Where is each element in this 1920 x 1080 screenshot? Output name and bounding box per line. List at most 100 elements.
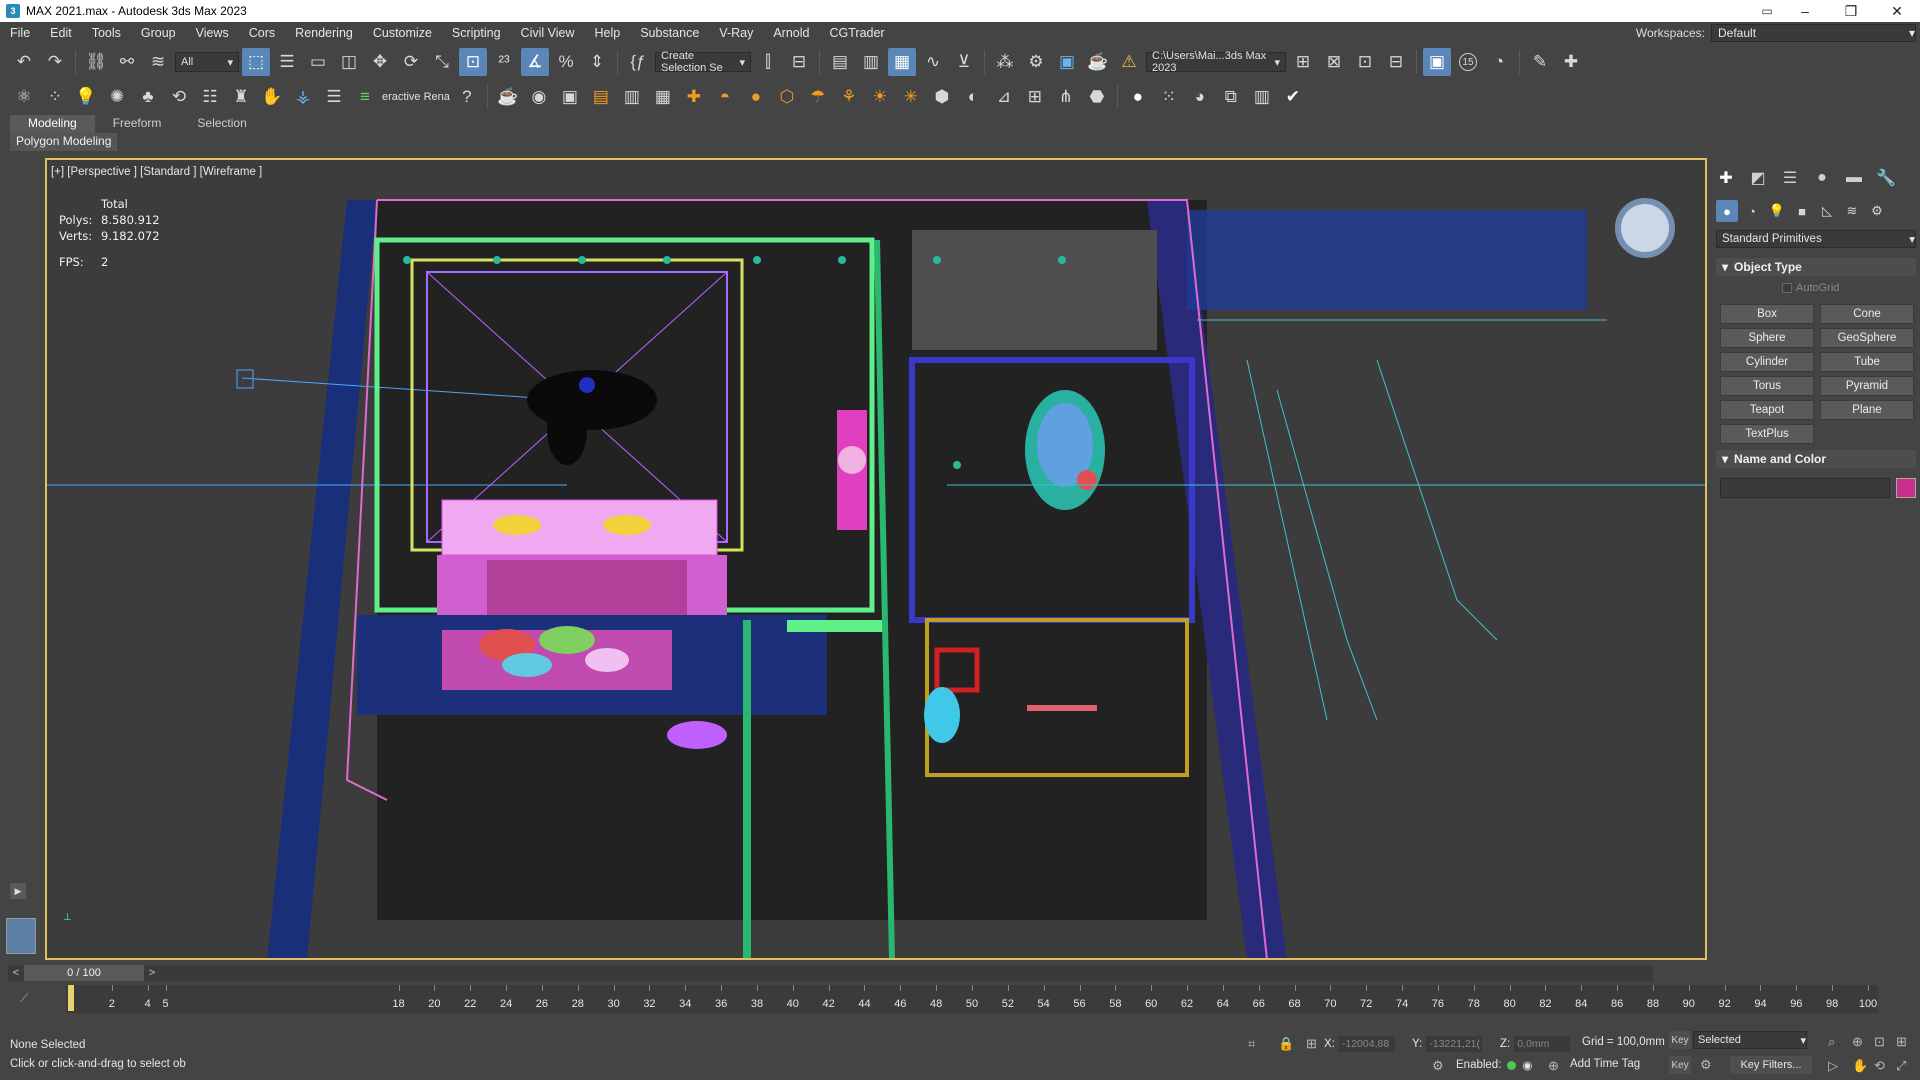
material-grid-icon[interactable]: ⁙ xyxy=(1155,83,1183,111)
light-bulb-icon[interactable]: 💡 xyxy=(72,83,100,111)
cone-button[interactable]: Cone xyxy=(1820,304,1914,324)
hierarchy-tab-icon[interactable]: ☰ xyxy=(1778,166,1802,190)
toggle-layer-explorer-icon[interactable]: ▥ xyxy=(857,48,885,76)
menu-vray[interactable]: V-Ray xyxy=(709,26,763,40)
named-selection-dropdown[interactable]: Create Selection Se ▾ xyxy=(655,50,751,74)
move-icon[interactable]: ✥ xyxy=(366,48,394,76)
viewcube[interactable] xyxy=(1615,198,1675,258)
tab-selection[interactable]: Selection xyxy=(179,115,264,133)
redo-icon[interactable]: ↷ xyxy=(41,48,69,76)
particle-icon[interactable]: ⁘ xyxy=(41,83,69,111)
rect-selection-icon[interactable]: ▭ xyxy=(304,48,332,76)
ball-icon[interactable]: ◉ xyxy=(525,83,553,111)
menu-edit[interactable]: Edit xyxy=(40,26,82,40)
menu-arnold[interactable]: Arnold xyxy=(763,26,819,40)
textplus-button[interactable]: TextPlus xyxy=(1720,424,1814,444)
window-crossing-icon[interactable]: ◫ xyxy=(335,48,363,76)
expand-arrow-icon[interactable]: ▶ xyxy=(10,883,26,899)
lights-icon[interactable]: 💡 xyxy=(1766,200,1788,222)
snaps-toggle-icon[interactable]: ²³ xyxy=(490,48,518,76)
statue-icon[interactable]: ♜ xyxy=(227,83,255,111)
rotate-icon[interactable]: ⟳ xyxy=(397,48,425,76)
rendered-frame-window-icon[interactable]: ▣ xyxy=(1053,48,1081,76)
zoom-extents-all-icon[interactable]: ⊞ xyxy=(1896,1034,1907,1050)
time-slider[interactable]: < 0 / 100 > xyxy=(8,965,1653,981)
material-ball-icon[interactable]: ● xyxy=(1124,83,1152,111)
z-value[interactable]: 0,0mm xyxy=(1514,1036,1571,1052)
geometry-icon[interactable]: ● xyxy=(1716,200,1738,222)
workspaces-dropdown[interactable]: Default ▾ xyxy=(1711,24,1916,42)
y-coordinate[interactable]: Y: -13221,21( xyxy=(1412,1036,1483,1052)
display-icon[interactable]: ▭ xyxy=(1752,0,1782,22)
viewport-layout-button[interactable] xyxy=(6,918,36,954)
spinner-snap-icon[interactable]: ⇕ xyxy=(583,48,611,76)
sphere-light-icon[interactable]: ● xyxy=(742,83,770,111)
sky-icon[interactable]: ✳ xyxy=(897,83,925,111)
frame-15-icon[interactable]: 15 xyxy=(1454,48,1482,76)
palette-icon[interactable]: ◕ xyxy=(1186,83,1214,111)
toggle-scene-explorer-icon[interactable]: ▤ xyxy=(826,48,854,76)
tube-button[interactable]: Tube xyxy=(1820,352,1914,372)
add-time-tag[interactable]: Add Time Tag xyxy=(1570,1058,1640,1070)
x-coordinate[interactable]: X: -12004,88 xyxy=(1324,1036,1395,1052)
field-of-view-icon[interactable]: ▷ xyxy=(1828,1058,1838,1074)
y-value[interactable]: -13221,21( xyxy=(1426,1036,1483,1052)
zoom-all-icon[interactable]: ⊕ xyxy=(1852,1034,1863,1050)
set-key-button[interactable]: Key xyxy=(1669,1031,1691,1049)
project-new-icon[interactable]: ⊡ xyxy=(1351,48,1379,76)
stats-icon[interactable]: ▥ xyxy=(1248,83,1276,111)
sun-icon[interactable]: ✺ xyxy=(103,83,131,111)
sun-light-icon[interactable]: ☀ xyxy=(866,83,894,111)
pan-icon[interactable]: ✋ xyxy=(1852,1058,1868,1074)
display-tab-icon[interactable]: ▬ xyxy=(1842,166,1866,190)
space-warps-icon[interactable]: ≋ xyxy=(1841,200,1863,222)
bind-space-warp-icon[interactable]: ≋ xyxy=(144,48,172,76)
sketch-icon[interactable]: ✎ xyxy=(1526,48,1554,76)
autogrid-checkbox[interactable]: AutoGrid xyxy=(1782,282,1839,294)
scale-icon[interactable]: ⤡ xyxy=(428,48,456,76)
mirror-icon[interactable]: ⫿ xyxy=(754,48,782,76)
geosphere-button[interactable]: GeoSphere xyxy=(1820,328,1914,348)
menu-cors[interactable]: Cors xyxy=(239,26,285,40)
schematic-view-icon[interactable]: ⊻ xyxy=(950,48,978,76)
project-settings-icon[interactable]: ⊟ xyxy=(1382,48,1410,76)
stack-icon[interactable]: ≡ xyxy=(351,83,379,111)
render-production-icon[interactable]: ☕ xyxy=(1084,48,1112,76)
plus-icon[interactable]: ✚ xyxy=(1557,48,1585,76)
vray-light-icon[interactable]: ✚ xyxy=(680,83,708,111)
systems-icon[interactable]: ⚙ xyxy=(1866,200,1888,222)
shapes-icon[interactable]: ◔ xyxy=(1741,200,1763,222)
layers-icon[interactable]: ☰ xyxy=(320,83,348,111)
decal-icon[interactable]: ⊞ xyxy=(1021,83,1049,111)
object-type-rollout[interactable]: ▾ Object Type xyxy=(1716,258,1916,276)
volume-icon[interactable]: ⬣ xyxy=(1083,83,1111,111)
edit-named-sets-icon[interactable]: {ƒ xyxy=(624,48,652,76)
undo-icon[interactable]: ↶ xyxy=(10,48,38,76)
key-filters-button[interactable]: Key Filters... xyxy=(1730,1056,1812,1074)
unlink-icon[interactable]: ⚯ xyxy=(113,48,141,76)
isolate-icon[interactable]: ⌗ xyxy=(1248,1036,1255,1052)
prev-frame-icon[interactable]: < xyxy=(8,965,24,981)
menu-customize[interactable]: Customize xyxy=(363,26,442,40)
script-listener-icon[interactable]: ⚙ xyxy=(1432,1058,1444,1074)
ribbon-toggle-icon[interactable]: ▦ xyxy=(888,48,916,76)
current-frame-marker[interactable] xyxy=(68,985,74,1011)
pyramid-button[interactable]: Pyramid xyxy=(1820,376,1914,396)
vray-logo-icon[interactable]: ✔ xyxy=(1279,83,1307,111)
menu-views[interactable]: Views xyxy=(186,26,239,40)
teapot-icon[interactable]: ☕ xyxy=(494,83,522,111)
motion-tab-icon[interactable]: ● xyxy=(1810,166,1834,190)
warning-icon[interactable]: ⚠ xyxy=(1115,48,1143,76)
minimize-button[interactable]: – xyxy=(1782,0,1828,22)
cylinder-button[interactable]: Cylinder xyxy=(1720,352,1814,372)
sphere-button[interactable]: Sphere xyxy=(1720,328,1814,348)
select-by-name-icon[interactable]: ☰ xyxy=(273,48,301,76)
menu-rendering[interactable]: Rendering xyxy=(285,26,363,40)
autogrid-box[interactable] xyxy=(1782,283,1792,293)
cube-render-icon[interactable]: ▣ xyxy=(556,83,584,111)
menu-cgtrader[interactable]: CGTrader xyxy=(819,26,894,40)
convert-icon[interactable]: ⧉ xyxy=(1217,83,1245,111)
time-slider-thumb[interactable]: 0 / 100 xyxy=(24,965,144,981)
list-icon[interactable]: ☷ xyxy=(196,83,224,111)
percent-snap-icon[interactable]: % xyxy=(552,48,580,76)
